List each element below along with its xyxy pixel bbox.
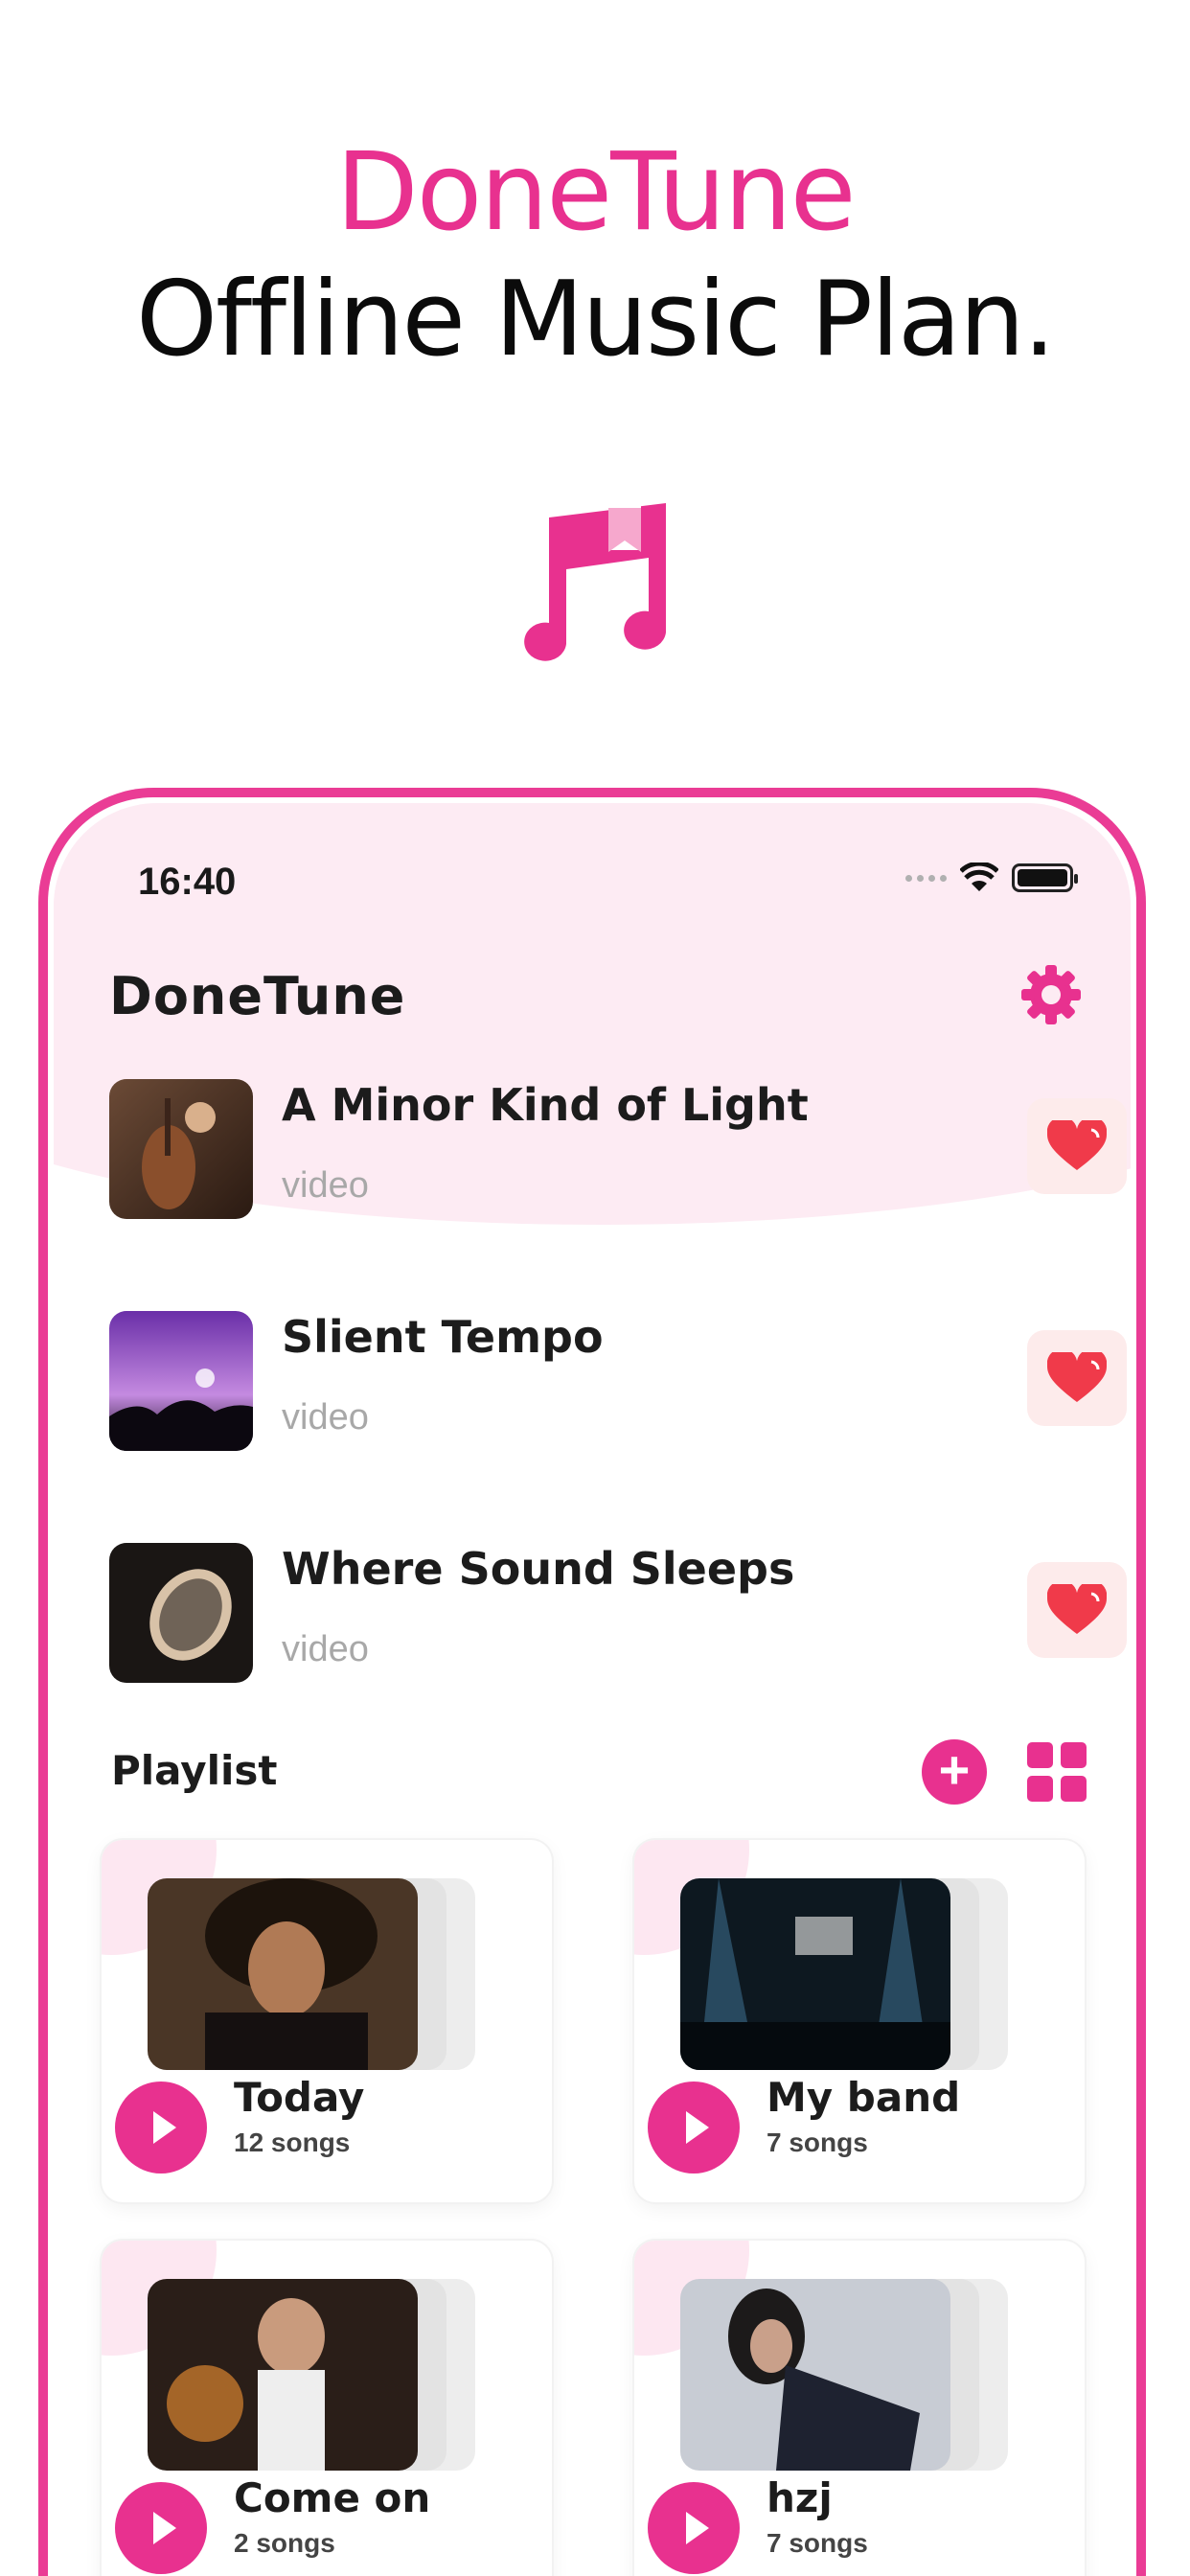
song-thumbnail: [109, 1543, 253, 1683]
app-title: DoneTune: [109, 966, 406, 1026]
list-item[interactable]: Where Sound Sleeps video: [109, 1543, 1127, 1687]
playlist-name: Come on: [234, 2474, 431, 2521]
song-title: A Minor Kind of Light: [282, 1079, 809, 1131]
song-thumbnail: [109, 1079, 253, 1219]
playlist-title: Playlist: [111, 1747, 278, 1794]
play-button[interactable]: [115, 2482, 207, 2574]
playlist-cover: [148, 2279, 418, 2471]
favorite-button[interactable]: [1027, 1098, 1127, 1194]
song-thumbnail: [109, 1311, 253, 1451]
hero-subtitle: Offline Music Plan.: [136, 260, 1056, 380]
music-note-icon: [524, 503, 666, 661]
list-item[interactable]: A Minor Kind of Light video: [109, 1079, 1127, 1223]
grid-view-icon[interactable]: [1027, 1742, 1087, 1802]
playlist-cover: [680, 1878, 950, 2070]
playlist-cover: [680, 2279, 950, 2471]
playlist-card[interactable]: hzj 7 songs: [634, 2241, 1085, 2576]
heart-icon: [1047, 1352, 1107, 1402]
playlist-name: hzj: [767, 2474, 833, 2521]
play-button[interactable]: [648, 2482, 740, 2574]
playlist-cover: [148, 1878, 418, 2070]
heart-icon: [1047, 1584, 1107, 1634]
play-button[interactable]: [115, 2082, 207, 2174]
song-title: Slient Tempo: [282, 1311, 604, 1363]
song-subtitle: video: [282, 1397, 369, 1438]
hero-title: DoneTune: [335, 130, 857, 255]
favorite-button[interactable]: [1027, 1330, 1127, 1426]
gear-icon[interactable]: [1018, 961, 1085, 1028]
wifi-icon: [960, 862, 998, 891]
playlist-count: 7 songs: [767, 2128, 868, 2157]
playlist-name: My band: [767, 2074, 961, 2121]
song-subtitle: video: [282, 1629, 369, 1669]
add-playlist-button[interactable]: +: [922, 1739, 987, 1805]
playlist-card[interactable]: Come on 2 songs: [102, 2241, 552, 2576]
favorite-button[interactable]: [1027, 1562, 1127, 1658]
playlist-name: Today: [234, 2074, 365, 2121]
status-time: 16:40: [138, 861, 237, 903]
playlist-count: 2 songs: [234, 2528, 335, 2558]
signal-dots-icon: [905, 874, 947, 882]
list-item[interactable]: Slient Tempo video: [109, 1311, 1127, 1455]
phone-screen: 16:40 DoneTune A Minor Kind of Light vid…: [54, 803, 1131, 2576]
song-title: Where Sound Sleeps: [282, 1543, 795, 1595]
playlist-count: 7 songs: [767, 2528, 868, 2558]
play-button[interactable]: [648, 2082, 740, 2174]
phone-frame: 16:40 DoneTune A Minor Kind of Light vid…: [38, 788, 1146, 2576]
battery-icon: [1012, 863, 1078, 892]
playlist-card[interactable]: My band 7 songs: [634, 1840, 1085, 2202]
playlist-card[interactable]: Today 12 songs: [102, 1840, 552, 2202]
heart-icon: [1047, 1120, 1107, 1170]
playlist-count: 12 songs: [234, 2128, 351, 2157]
song-subtitle: video: [282, 1165, 369, 1206]
status-icons: [905, 862, 1078, 893]
